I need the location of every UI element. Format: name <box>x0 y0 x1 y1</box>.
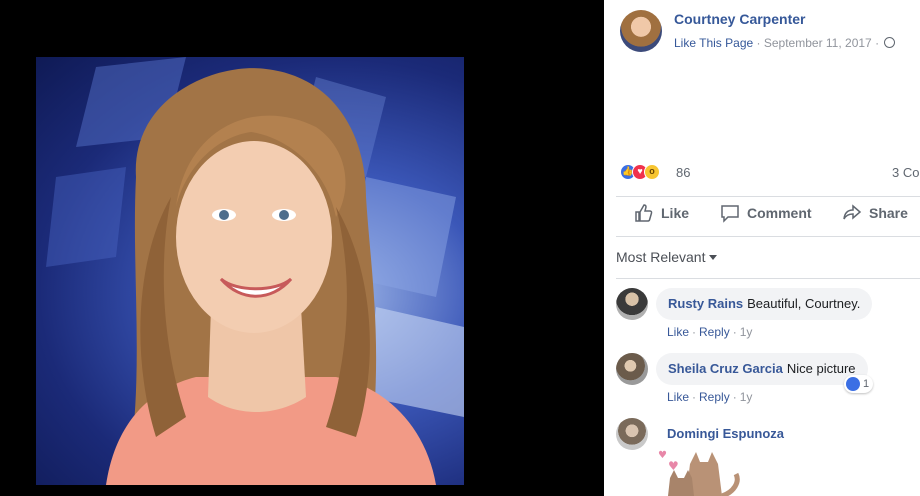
author-avatar[interactable] <box>620 10 662 52</box>
share-icon <box>843 204 862 220</box>
wow-reaction-icon: o <box>644 164 660 180</box>
post-sidebar: Courtney Carpenter Like This Page · Sept… <box>604 0 920 496</box>
comment-icon <box>721 205 739 223</box>
commenter-name[interactable]: Sheila Cruz Garcia <box>668 361 783 376</box>
divider <box>616 236 920 237</box>
commenter-avatar[interactable] <box>616 288 648 320</box>
comment-actions: Like · Reply · 1y <box>667 325 753 339</box>
svg-text:♥: ♥ <box>658 450 667 461</box>
comments-count[interactable]: 3 Co <box>892 165 919 180</box>
photo-viewer <box>0 0 604 496</box>
reactions-summary[interactable]: 👍 ♥ o 86 3 Co <box>620 162 920 182</box>
commenter-avatar[interactable] <box>616 353 648 385</box>
comment-time[interactable]: 1y <box>740 325 753 339</box>
comment-actions: Like · Reply · 1y <box>667 390 753 404</box>
meta-separator: · <box>875 36 880 50</box>
commenter-name[interactable]: Rusty Rains <box>668 296 743 311</box>
globe-icon <box>884 37 896 48</box>
comment-reply-link[interactable]: Reply <box>699 325 730 339</box>
comment-text: Nice picture <box>786 361 856 376</box>
like-button[interactable]: Like <box>634 202 689 224</box>
like-label: Like <box>661 205 690 221</box>
commenter-avatar[interactable] <box>616 418 648 450</box>
sort-label: Most Relevant <box>616 249 706 265</box>
like-page-link[interactable]: Like This Page <box>674 36 753 50</box>
comment-reaction-badge[interactable]: 1 <box>844 375 874 393</box>
comment-bubble: Rusty Rains Beautiful, Courtney. <box>656 288 873 320</box>
comment-like-link[interactable]: Like <box>667 390 689 404</box>
comment-bubble: Sheila Cruz Garcia Nice picture <box>656 353 868 385</box>
comment-text: Beautiful, Courtney. <box>747 296 861 311</box>
comment-reaction-count: 1 <box>863 378 870 390</box>
post-date[interactable]: September 11, 2017 <box>764 36 872 50</box>
like-reaction-icon <box>846 377 860 391</box>
cat-sticker: ♥ ♥ <box>658 450 740 496</box>
post-meta: Like This Page · September 11, 2017 · <box>674 36 896 50</box>
divider <box>616 278 920 279</box>
thumbs-up-icon <box>635 204 653 222</box>
share-label: Share <box>869 205 908 221</box>
meta-separator: · <box>756 36 761 50</box>
portrait-illustration <box>46 57 464 485</box>
post-header: Courtney Carpenter Like This Page · Sept… <box>620 8 920 56</box>
comment-label: Comment <box>747 205 812 221</box>
comment-time[interactable]: 1y <box>740 390 753 404</box>
comment-reply-link[interactable]: Reply <box>699 390 730 404</box>
svg-text:♥: ♥ <box>668 459 679 473</box>
commenter-name[interactable]: Domingi Espunoza <box>667 426 784 441</box>
share-button[interactable]: Share <box>842 202 908 224</box>
reaction-count[interactable]: 86 <box>676 165 690 180</box>
author-name[interactable]: Courtney Carpenter <box>674 11 805 27</box>
comment-button[interactable]: Comment <box>720 202 812 224</box>
post-actions: Like Comment Share <box>604 196 920 230</box>
chevron-down-icon <box>709 255 718 260</box>
comment-sort-dropdown[interactable]: Most Relevant <box>616 249 718 265</box>
comment-like-link[interactable]: Like <box>667 325 689 339</box>
post-photo[interactable] <box>36 57 464 485</box>
